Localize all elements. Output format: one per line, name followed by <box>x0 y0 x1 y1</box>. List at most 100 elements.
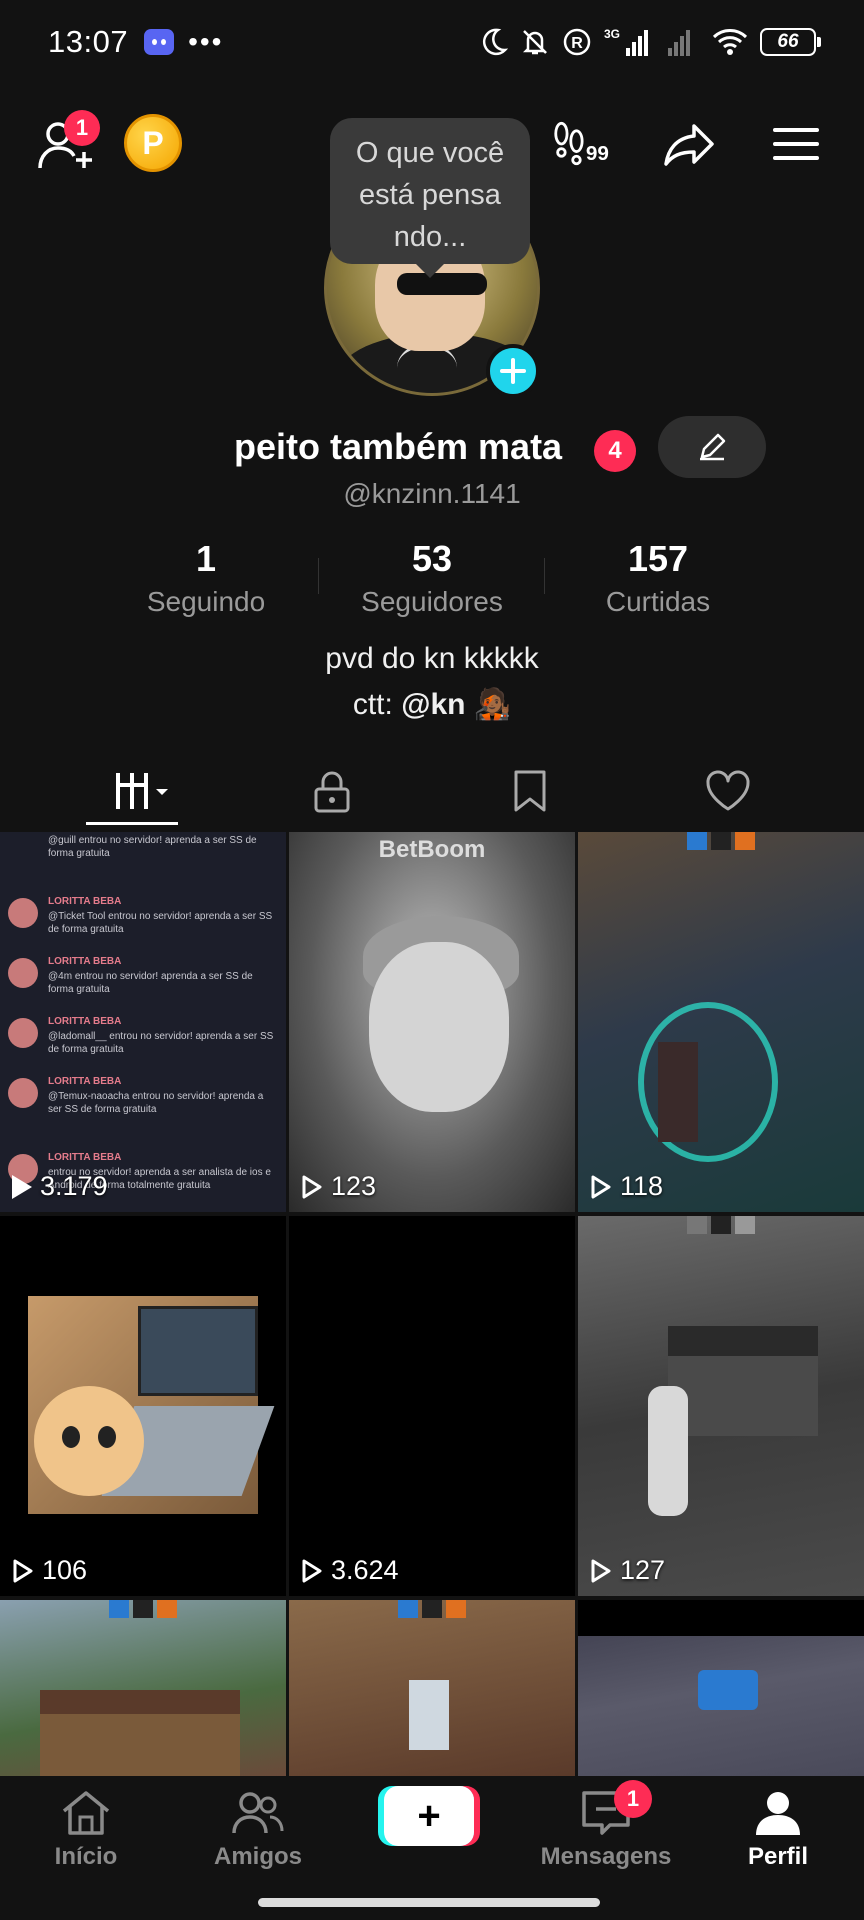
view-count: 106 <box>12 1555 87 1586</box>
more-notifications-icon: ••• <box>188 26 224 57</box>
add-friend-badge: 1 <box>64 110 100 146</box>
signal-icon: 3G <box>604 27 648 56</box>
profile-tabs <box>0 752 864 832</box>
chat-avatar <box>8 1078 38 1108</box>
svg-text:R: R <box>571 35 583 52</box>
chat-message: LORITTA BEBA @ladomall__ entrou no servi… <box>8 1014 278 1060</box>
chat-name: LORITTA BEBA <box>48 1076 122 1087</box>
registered-icon: R <box>563 28 591 56</box>
game-window <box>409 1680 449 1750</box>
game-hud <box>578 832 864 854</box>
video-thumbnail[interactable] <box>289 1600 575 1776</box>
stat-divider <box>544 558 545 594</box>
footprints-icon: 99 <box>554 121 609 166</box>
stat-likes[interactable]: 157 Curtidas <box>558 538 758 618</box>
lock-icon <box>314 771 350 813</box>
stat-followers[interactable]: 53 Seguidores <box>332 538 532 618</box>
tab-videos[interactable] <box>36 752 252 830</box>
home-icon <box>62 1791 110 1835</box>
nav-friends[interactable]: Amigos <box>172 1776 344 1884</box>
stat-following[interactable]: 1 Seguindo <box>106 538 306 618</box>
tab-liked[interactable] <box>620 752 836 830</box>
video-thumbnail[interactable] <box>578 1600 864 1776</box>
chat-text: @Ticket Tool entrou no servidor! aprenda… <box>48 911 273 935</box>
add-story-button[interactable] <box>486 344 540 398</box>
bio-mention[interactable]: @kn <box>401 688 465 721</box>
chat-avatar <box>8 1018 38 1048</box>
videos-grid-icon <box>116 773 168 809</box>
view-count-value: 3.179 <box>40 1171 108 1201</box>
view-count: 3.179 <box>12 1171 108 1202</box>
signal-weak-icon <box>668 30 690 56</box>
video-thumbnail[interactable]: 3.624 <box>289 1216 575 1596</box>
video-thumbnail[interactable]: 127 <box>578 1216 864 1596</box>
thought-bubble[interactable]: O que você está pensa ndo... <box>330 118 530 278</box>
wifi-icon <box>712 29 748 55</box>
heart-icon <box>706 770 750 811</box>
video-thumbnail[interactable]: BetBoom 123 <box>289 832 575 1212</box>
bio: pvd do kn kkkkk ctt: @kn 🧑🏾‍🎤 <box>0 636 864 728</box>
edit-profile-button[interactable] <box>658 416 766 478</box>
play-icon <box>12 1174 32 1199</box>
chat-text: @guill entrou no servidor! aprenda a ser… <box>48 835 257 859</box>
game-building <box>668 1326 818 1436</box>
video-thumbnail[interactable]: 118 <box>578 832 864 1212</box>
bio-emoji: 🧑🏾‍🎤 <box>473 688 512 721</box>
nav-home[interactable]: Início <box>0 1776 172 1884</box>
nav-messages[interactable]: Mensagens <box>520 1776 692 1884</box>
view-count: 3.624 <box>301 1555 399 1586</box>
view-count: 127 <box>590 1555 665 1586</box>
view-count: 118 <box>590 1171 663 1202</box>
tab-private[interactable] <box>224 752 440 830</box>
chat-message: LORITTA BEBA @4m entrou no servidor! apr… <box>8 954 278 1000</box>
tab-saved[interactable] <box>422 752 638 830</box>
discord-icon <box>144 29 175 55</box>
plus-icon <box>500 358 526 384</box>
cat-eye <box>98 1426 116 1448</box>
share-profile-button[interactable] <box>658 116 722 172</box>
chat-text: @ladomall__ entrou no servidor! aprenda … <box>48 1031 274 1055</box>
messages-badge: 1 <box>614 1780 652 1818</box>
network-label: 3G <box>604 27 620 41</box>
bell-off-icon <box>522 30 548 55</box>
game-hud <box>0 1600 286 1622</box>
video-thumbnail[interactable]: 106 <box>0 1216 286 1596</box>
name-badge: 4 <box>594 430 636 472</box>
create-post-button[interactable]: + <box>378 1786 480 1846</box>
profile-views-button[interactable]: 99 <box>552 116 616 172</box>
nav-profile[interactable]: Perfil <box>692 1776 864 1884</box>
bio-line-1: pvd do kn kkkkk <box>325 642 539 675</box>
profile-icon <box>756 1792 800 1835</box>
play-icon <box>302 1559 322 1582</box>
video-thumbnail[interactable]: @guill entrou no servidor! aprenda a ser… <box>0 832 286 1212</box>
bio-line-2: ctt: @kn 🧑🏾‍🎤 <box>0 682 864 728</box>
share-icon <box>664 124 714 166</box>
add-friend-button[interactable]: 1 <box>36 110 100 176</box>
bio-prefix: ctt: <box>352 688 402 721</box>
coin-icon[interactable]: P <box>124 114 182 172</box>
active-tab-indicator <box>86 822 178 825</box>
status-time: 13:07 <box>48 24 129 59</box>
game-character <box>658 1042 698 1142</box>
play-icon <box>13 1559 33 1582</box>
game-building <box>40 1690 240 1776</box>
chat-message: LORITTA BEBA @Temux-naoacha entrou no se… <box>8 1074 278 1120</box>
video-thumbnail[interactable] <box>0 1600 286 1776</box>
stat-divider <box>318 558 319 594</box>
display-name: peito também mata <box>234 426 563 467</box>
bottom-nav: Início Amigos + Mensagens 1 Perfil <box>0 1776 864 1884</box>
chat-avatar <box>8 898 38 928</box>
menu-button[interactable] <box>764 116 828 172</box>
view-count-value: 123 <box>331 1171 377 1201</box>
view-count-value: 3.624 <box>331 1555 399 1585</box>
nav-label: Mensagens <box>540 1843 672 1870</box>
stat-value: 1 <box>195 538 217 579</box>
cat-photo <box>28 1296 275 1514</box>
nav-label: Amigos <box>213 1843 302 1870</box>
home-indicator[interactable] <box>258 1898 600 1907</box>
chat-name: LORITTA BEBA <box>48 1152 122 1163</box>
stat-value: 53 <box>411 538 453 579</box>
view-count-value: 127 <box>620 1555 666 1585</box>
plus-icon: + <box>384 1786 474 1846</box>
game-hud <box>578 1216 864 1238</box>
